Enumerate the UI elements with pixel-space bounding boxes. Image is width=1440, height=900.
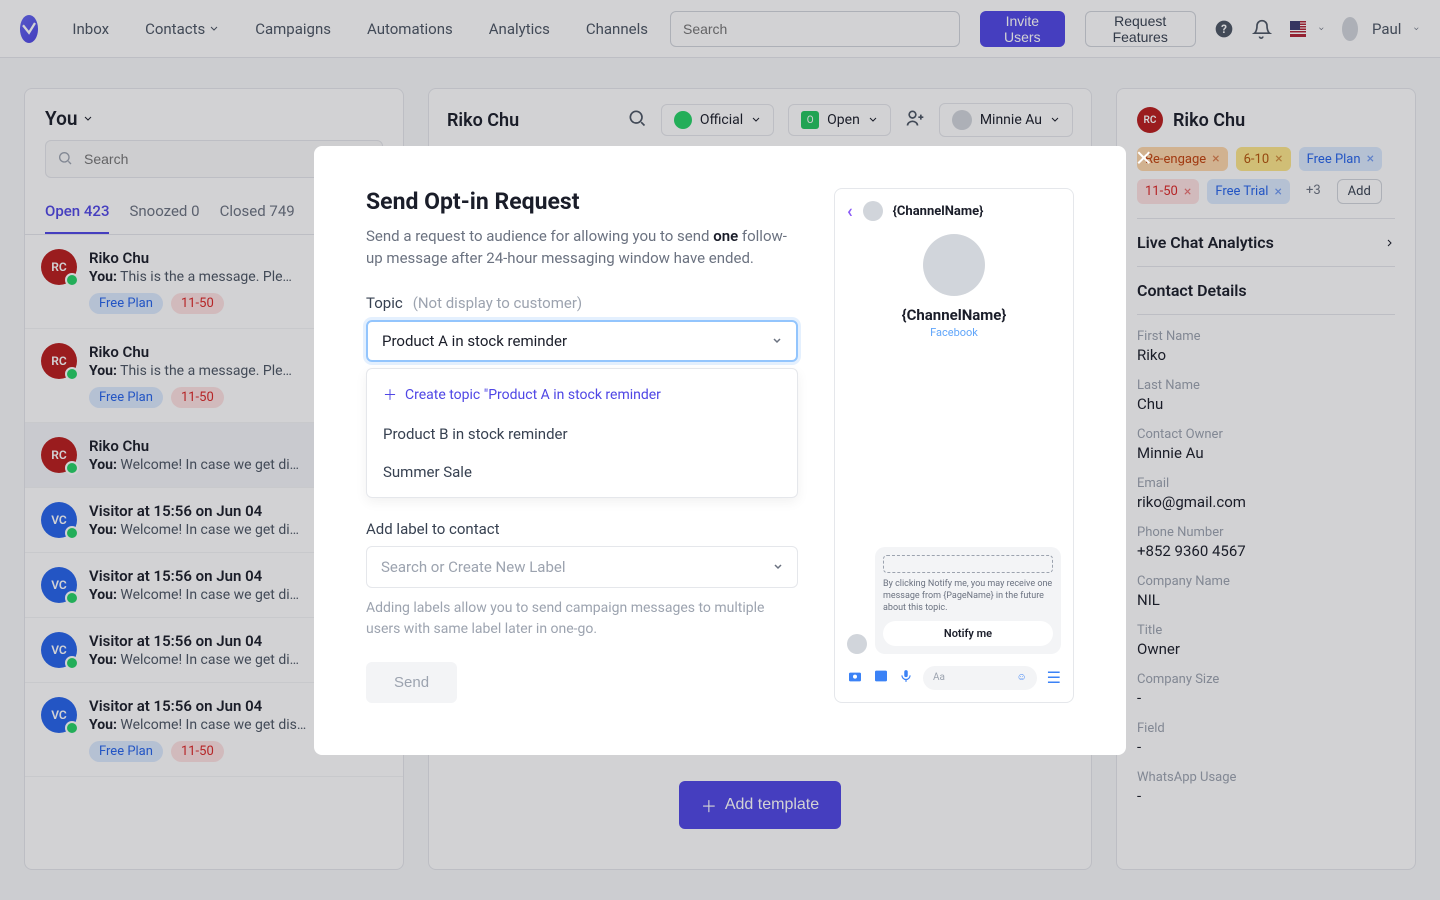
chevron-down-icon (773, 562, 783, 572)
channel-platform: Facebook (930, 326, 978, 339)
message-card: By clicking Notify me, you may receive o… (875, 547, 1061, 653)
send-button[interactable]: Send (366, 662, 457, 703)
phone-preview: ‹ {ChannelName} {ChannelName} Facebook B… (834, 188, 1074, 703)
opt-in-request-modal: × Send Opt-in Request Send a request to … (314, 146, 1126, 755)
menu-icon: ☰ (1047, 668, 1061, 687)
close-button[interactable]: × (1136, 142, 1152, 174)
create-topic-option[interactable]: ＋ Create topic "Product A in stock remin… (367, 375, 797, 415)
message-input-preview: Aa ☺ (923, 666, 1037, 690)
topic-option[interactable]: Product B in stock reminder (367, 415, 797, 453)
mic-icon (899, 668, 913, 688)
emoji-icon: ☺ (1016, 672, 1026, 683)
channel-avatar-small (863, 201, 883, 221)
message-image-placeholder (883, 555, 1053, 573)
topic-select[interactable]: Product A in stock reminder (366, 320, 798, 362)
add-label-label: Add label to contact (366, 520, 798, 538)
label-select[interactable]: Search or Create New Label (366, 546, 798, 588)
chevron-down-icon (772, 336, 782, 346)
modal-title: Send Opt-in Request (366, 188, 798, 215)
channel-name-large: {ChannelName} (902, 306, 1007, 324)
label-help-text: Adding labels allow you to send campaign… (366, 598, 798, 640)
message-text: By clicking Notify me, you may receive o… (883, 579, 1053, 614)
modal-description: Send a request to audience for allowing … (366, 225, 798, 270)
back-icon: ‹ (847, 201, 853, 222)
close-icon: × (1136, 142, 1152, 173)
channel-name-small: {ChannelName} (893, 204, 984, 219)
channel-avatar-large (923, 234, 985, 296)
topic-label: Topic (Not display to customer) (366, 294, 798, 312)
notify-me-button: Notify me (883, 621, 1053, 646)
modal-overlay[interactable]: × Send Opt-in Request Send a request to … (0, 0, 1440, 900)
message-avatar (847, 634, 867, 654)
topic-option[interactable]: Summer Sale (367, 453, 797, 491)
plus-icon: ＋ (383, 385, 397, 405)
gallery-icon (873, 668, 889, 688)
topic-dropdown: ＋ Create topic "Product A in stock remin… (366, 368, 798, 498)
camera-icon (847, 668, 863, 688)
